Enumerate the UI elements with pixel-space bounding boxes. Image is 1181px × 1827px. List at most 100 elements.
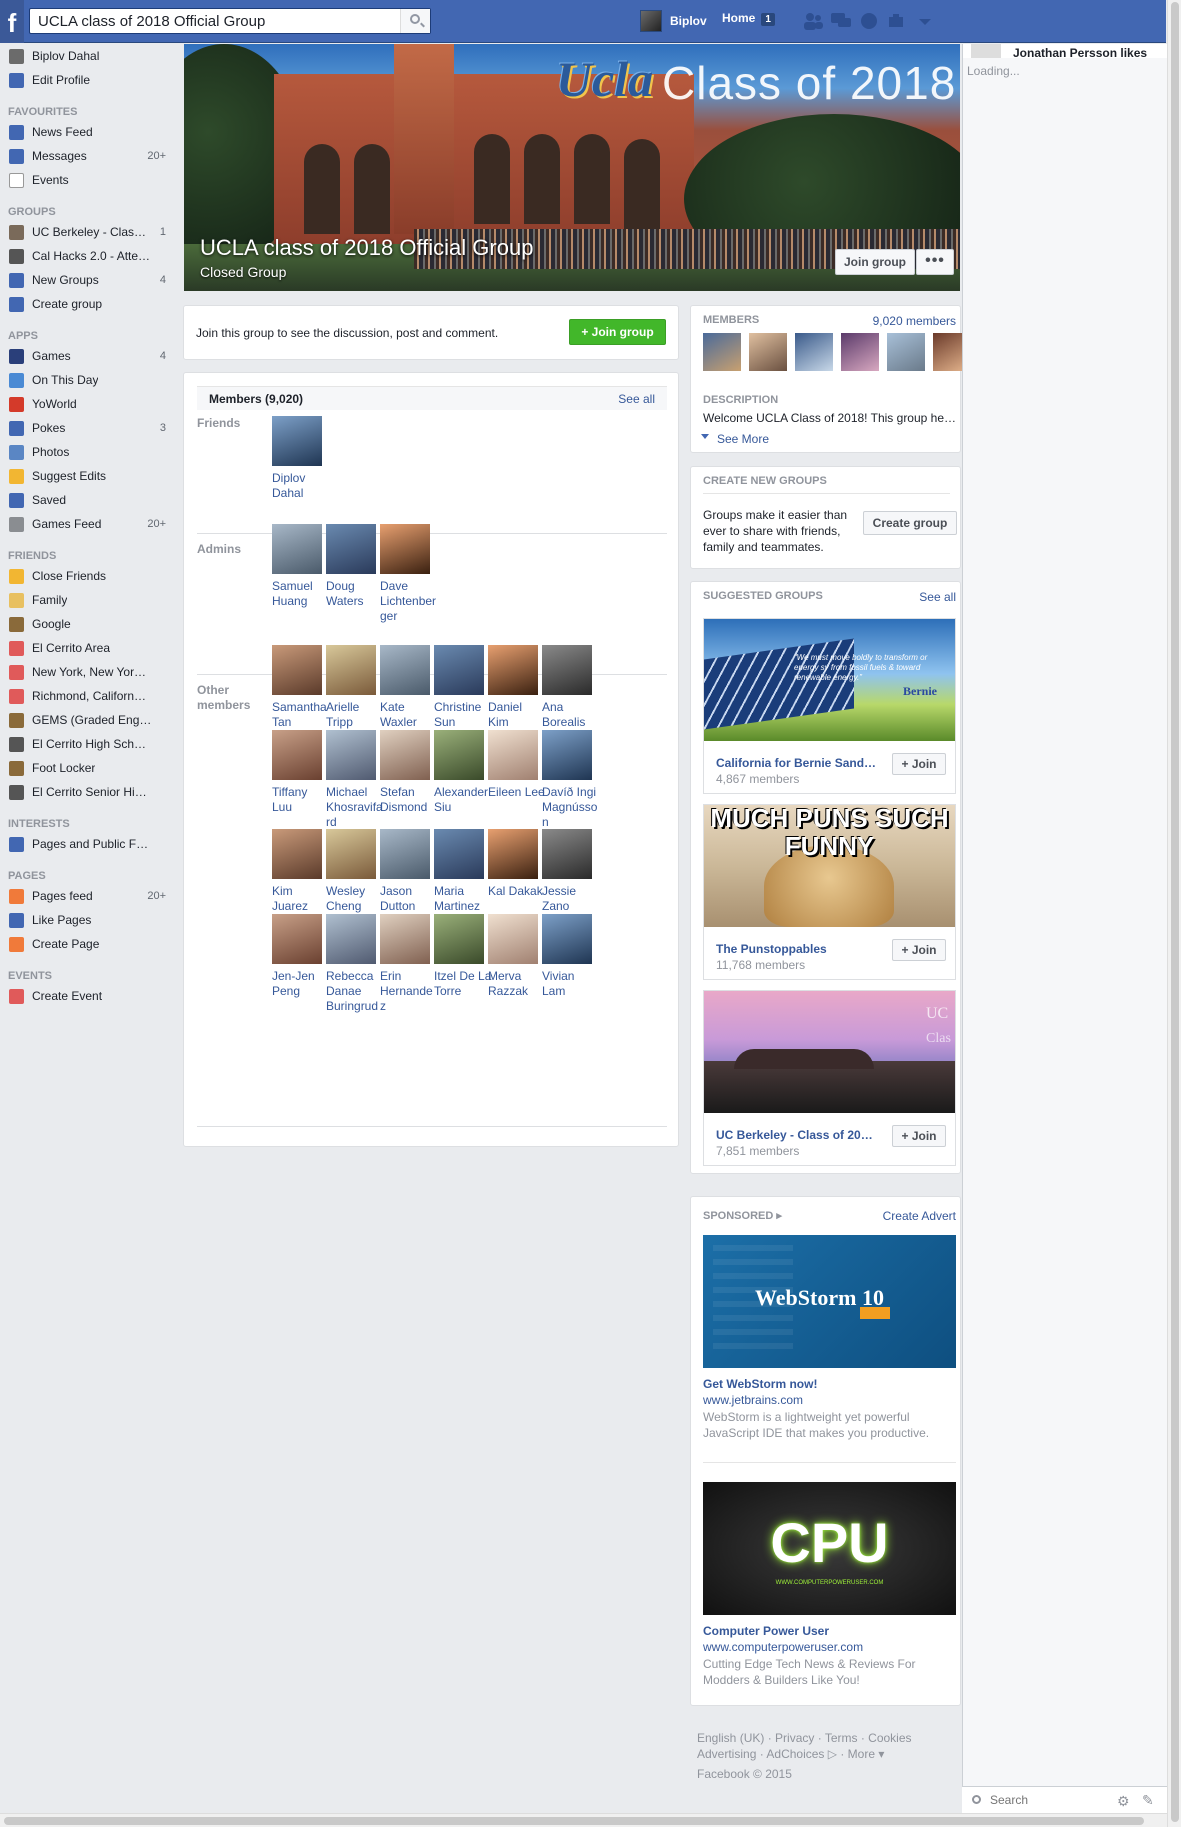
member-photo[interactable]	[488, 730, 538, 780]
suggested-join-button[interactable]: + Join	[892, 1125, 946, 1147]
member-thumbnail[interactable]	[795, 333, 833, 371]
left-nav-item[interactable]: Like Pages	[0, 908, 180, 932]
left-nav-item[interactable]: Pages feed 20+	[0, 884, 180, 908]
member-item[interactable]: Rebecca Danae Buringrud	[326, 914, 384, 1014]
left-nav-item[interactable]: Google	[0, 612, 180, 636]
member-item[interactable]: Diplov Dahal	[272, 416, 330, 501]
group-title[interactable]: UCLA class of 2018 Official Group	[200, 235, 533, 261]
member-photo[interactable]	[542, 914, 592, 964]
see-more-link[interactable]: See More	[717, 432, 769, 446]
member-name[interactable]: Diplov Dahal	[272, 471, 330, 501]
left-nav-item[interactable]: Messages 20+	[0, 144, 180, 168]
member-name[interactable]: Christine Sun	[434, 700, 492, 730]
left-nav-item[interactable]: Pokes 3	[0, 416, 180, 440]
member-photo[interactable]	[380, 730, 430, 780]
member-name[interactable]: Michael Khosravifard	[326, 785, 384, 830]
member-item[interactable]: Ana Borealis	[542, 645, 600, 730]
suggested-group-name[interactable]: UC Berkeley - Class of 20…	[716, 1128, 881, 1142]
member-photo[interactable]	[542, 645, 592, 695]
member-item[interactable]: Jen-Jen Peng	[272, 914, 330, 999]
scrollbar-thumb[interactable]	[4, 1817, 1144, 1825]
left-nav-item[interactable]: Foot Locker	[0, 756, 180, 780]
member-photo[interactable]	[380, 524, 430, 574]
member-name[interactable]: Doug Waters	[326, 579, 384, 609]
globe-icon[interactable]	[858, 11, 880, 31]
member-photo[interactable]	[434, 829, 484, 879]
left-nav-item[interactable]: Photos	[0, 440, 180, 464]
messages-icon[interactable]	[830, 11, 852, 31]
nav-home-link[interactable]: Home 1	[722, 11, 775, 26]
member-photo[interactable]	[272, 524, 322, 574]
member-item[interactable]: Michael Khosravifard	[326, 730, 384, 830]
member-item[interactable]: Christine Sun	[434, 645, 492, 730]
horizontal-scrollbar[interactable]	[0, 1813, 1167, 1827]
left-nav-item[interactable]: Pages and Public F…	[0, 832, 180, 856]
member-item[interactable]: Kim Juarez	[272, 829, 330, 914]
member-photo[interactable]	[272, 914, 322, 964]
member-photo[interactable]	[326, 914, 376, 964]
left-nav-item[interactable]: Create Event	[0, 984, 180, 1008]
member-name[interactable]: Kal Dakak	[488, 884, 546, 899]
member-photo[interactable]	[434, 730, 484, 780]
member-item[interactable]: Alexander Siu	[434, 730, 492, 815]
member-name[interactable]: Daniel Kim	[488, 700, 546, 730]
left-nav-item[interactable]: Edit Profile	[0, 68, 180, 92]
left-nav-item[interactable]: Games Feed 20+	[0, 512, 180, 536]
member-photo[interactable]	[272, 730, 322, 780]
left-nav-item[interactable]: YoWorld	[0, 392, 180, 416]
suggested-group-image[interactable]: MUCH PUNS SUCH FUNNY	[704, 805, 955, 927]
footer-link[interactable]: More	[848, 1747, 875, 1761]
left-nav-item[interactable]: Create group	[0, 292, 180, 316]
member-photo[interactable]	[326, 645, 376, 695]
vertical-scrollbar[interactable]	[1167, 0, 1181, 1827]
member-photo[interactable]	[488, 829, 538, 879]
left-nav-item[interactable]: GEMS (Graded Eng…	[0, 708, 180, 732]
member-name[interactable]: Samantha Tan	[272, 700, 330, 730]
suggested-see-all-link[interactable]: See all	[919, 590, 956, 604]
left-nav-item[interactable]: El Cerrito High Sch…	[0, 732, 180, 756]
suggested-join-button[interactable]: + Join	[892, 939, 946, 961]
member-photo[interactable]	[380, 829, 430, 879]
ad-url[interactable]: www.computerpoweruser.com	[703, 1640, 863, 1654]
left-nav-item[interactable]: Events	[0, 168, 180, 192]
left-nav-section-heading[interactable]: PAGES	[0, 856, 180, 884]
cpu-ad-image[interactable]: CPU WWW.COMPUTERPOWERUSER.COM	[703, 1482, 956, 1615]
suggested-join-button[interactable]: + Join	[892, 753, 946, 775]
member-photo[interactable]	[272, 829, 322, 879]
member-name[interactable]: Merva Razzak	[488, 969, 546, 999]
ad-title[interactable]: Computer Power User	[703, 1624, 829, 1638]
member-item[interactable]: Davíð Ingi Magnússon	[542, 730, 600, 830]
left-nav-section-heading[interactable]: FRIENDS	[0, 536, 180, 564]
scrollbar-thumb[interactable]	[1171, 2, 1179, 1822]
left-nav-item[interactable]: Saved	[0, 488, 180, 512]
left-nav-item[interactable]: Create Page	[0, 932, 180, 956]
suggested-group-name[interactable]: California for Bernie Sand…	[716, 756, 881, 770]
left-nav-item[interactable]: Suggest Edits	[0, 464, 180, 488]
member-item[interactable]: Kate Waxler	[380, 645, 438, 730]
footer-link[interactable]: Advertising	[697, 1747, 756, 1761]
member-name[interactable]: Jason Dutton	[380, 884, 438, 914]
member-name[interactable]: Samuel Huang	[272, 579, 330, 609]
left-nav-item[interactable]: Richmond, Californ…	[0, 684, 180, 708]
member-name[interactable]: Dave Lichtenberger	[380, 579, 438, 624]
member-photo[interactable]	[380, 645, 430, 695]
member-photo[interactable]	[488, 645, 538, 695]
member-photo[interactable]	[542, 730, 592, 780]
left-nav-item[interactable]: El Cerrito Area	[0, 636, 180, 660]
search-button[interactable]	[400, 9, 430, 33]
member-photo[interactable]	[326, 730, 376, 780]
member-item[interactable]: Wesley Cheng	[326, 829, 384, 914]
ad-url[interactable]: www.jetbrains.com	[703, 1393, 803, 1407]
compose-icon[interactable]: ✎	[1142, 1792, 1154, 1809]
member-name[interactable]: Rebecca Danae Buringrud	[326, 969, 384, 1014]
member-photo[interactable]	[326, 524, 376, 574]
member-item[interactable]: Daniel Kim	[488, 645, 546, 730]
member-item[interactable]: Erin Hernandez	[380, 914, 438, 1014]
member-name[interactable]: Maria Martinez	[434, 884, 492, 914]
member-item[interactable]: Doug Waters	[326, 524, 384, 609]
member-name[interactable]: Jessie Zano	[542, 884, 600, 914]
footer-link[interactable]: Cookies	[868, 1731, 911, 1745]
left-nav-section-heading[interactable]: FAVOURITES	[0, 92, 180, 120]
dropdown-icon[interactable]	[914, 11, 936, 31]
member-photo[interactable]	[434, 645, 484, 695]
